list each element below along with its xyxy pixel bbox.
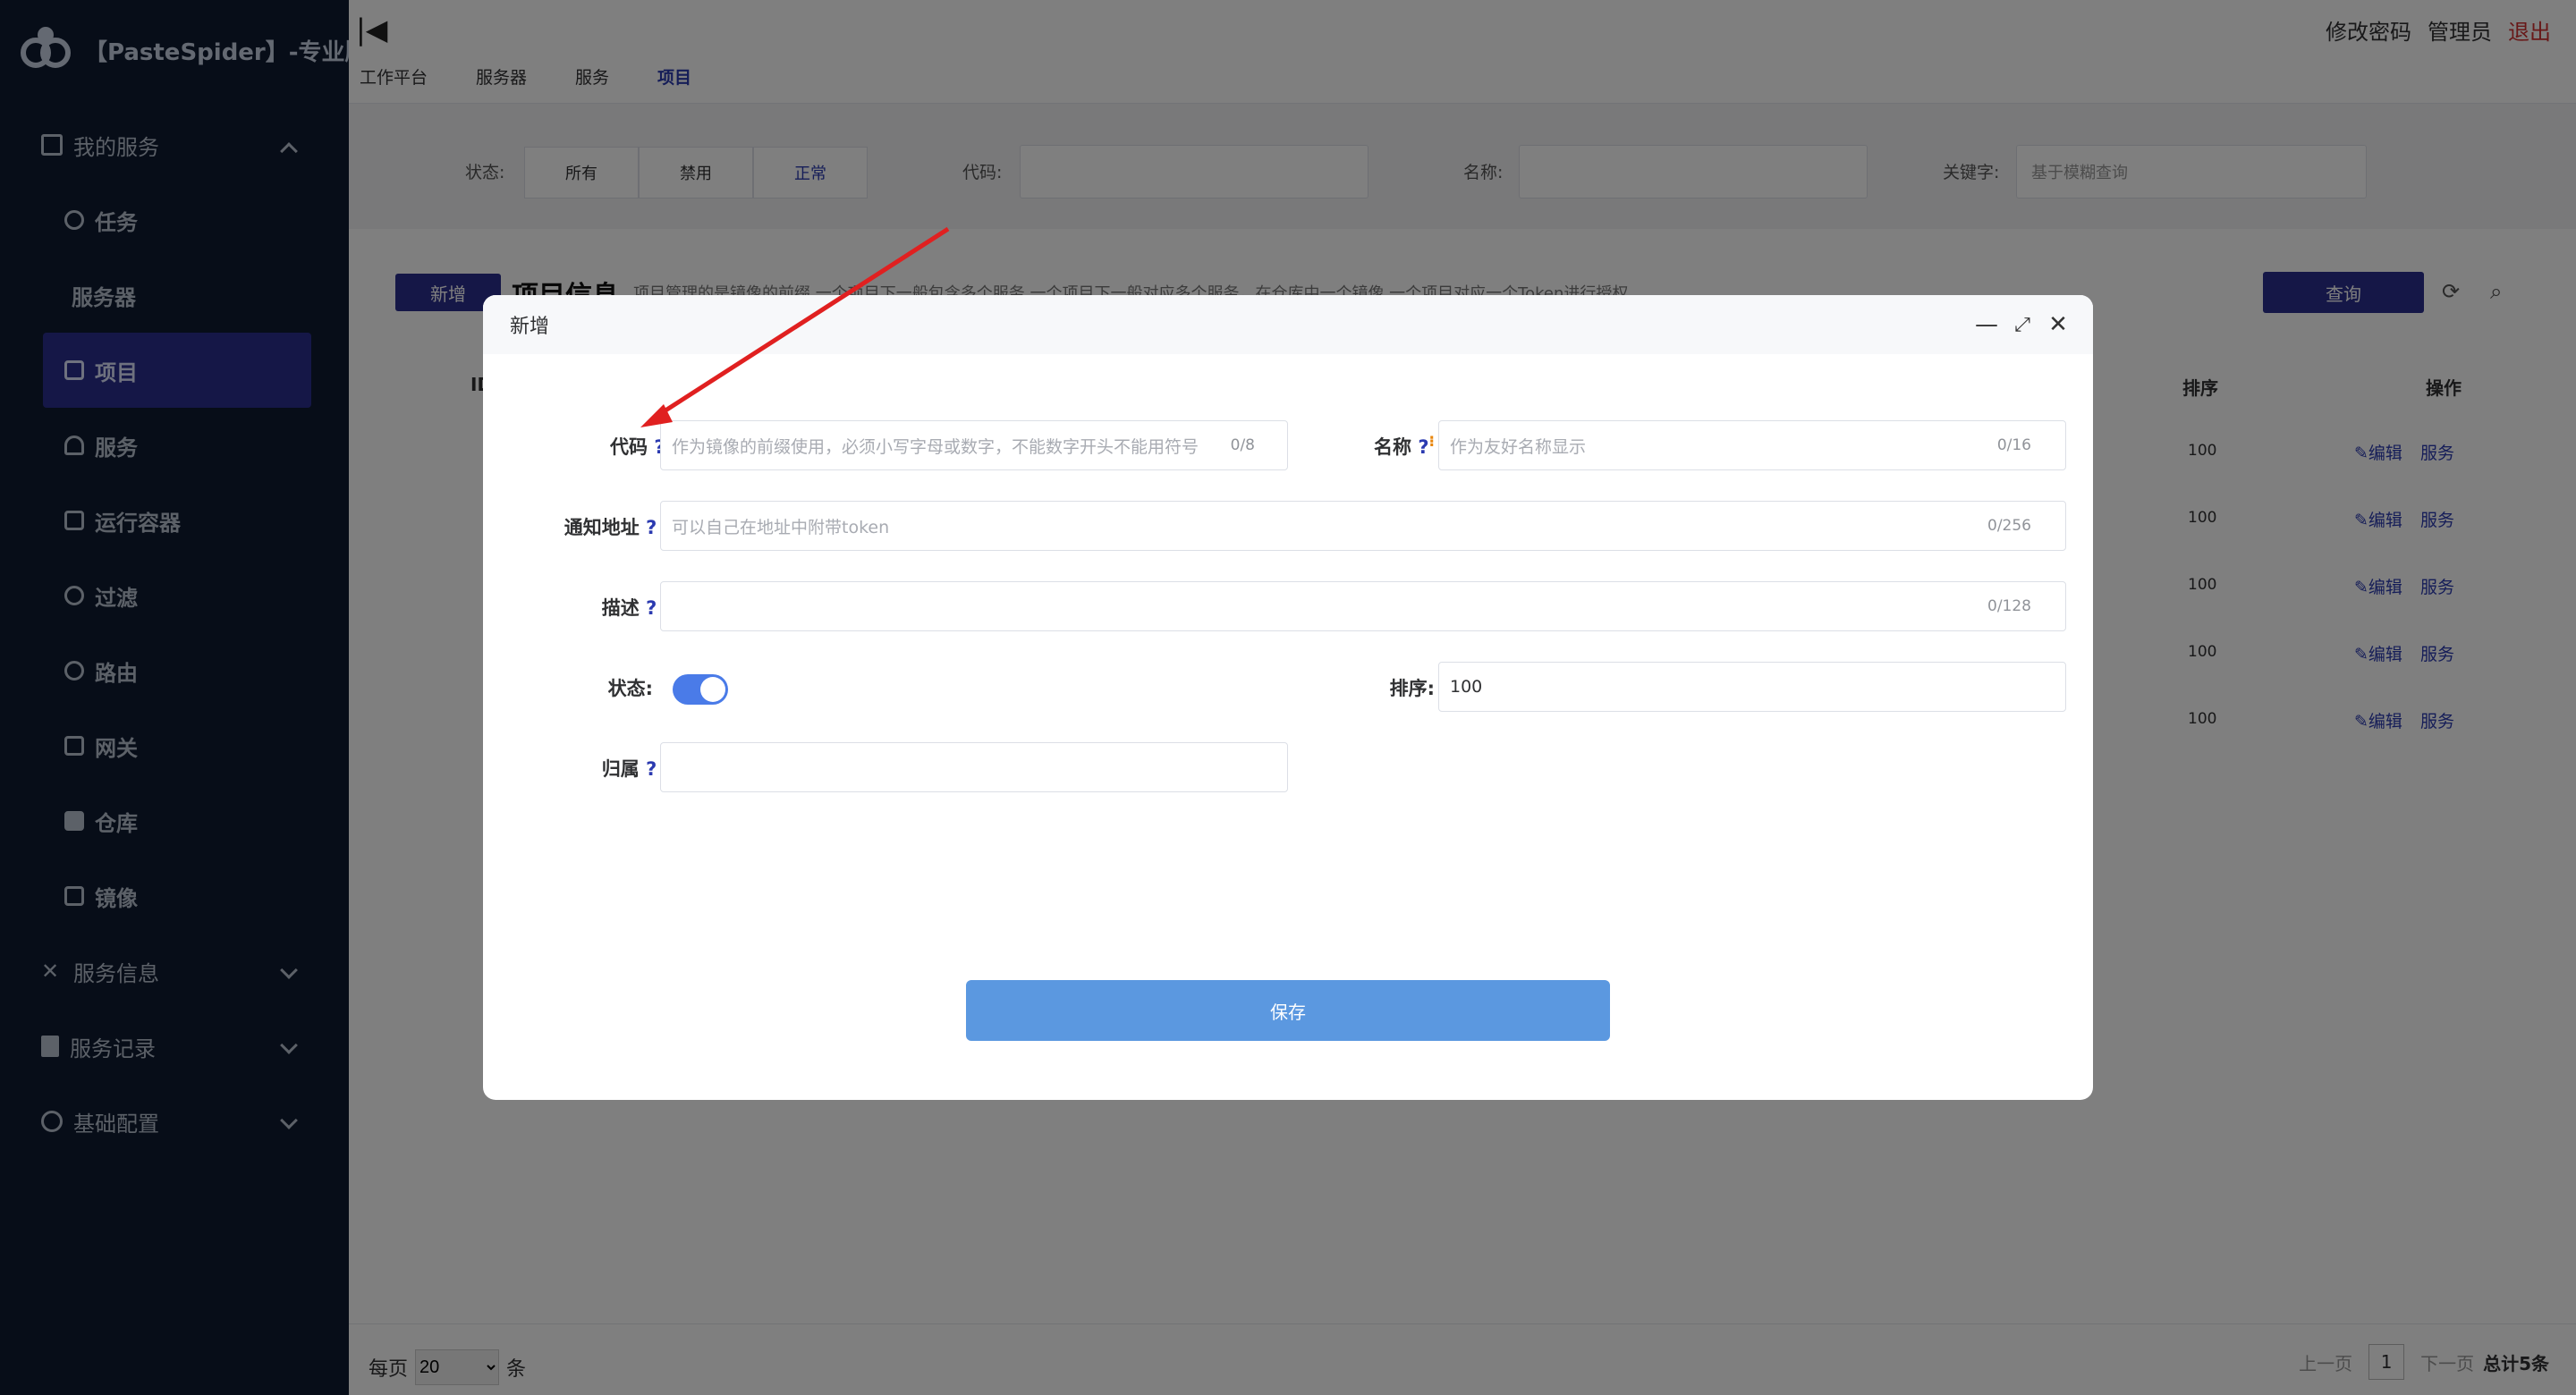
minimize-icon[interactable]: — [1973,311,2000,338]
description-input[interactable]: 0/128 [660,581,2066,631]
owner-label-text: 归属 [601,758,640,780]
sort-input[interactable]: 100 [1438,662,2066,712]
help-icon[interactable]: ? [1418,436,1428,458]
toggle-knob [700,677,725,702]
name-placeholder: 作为友好名称显示 [1450,436,1587,457]
name-label-text: 名称 [1374,436,1412,458]
sort-value: 100 [1450,677,1483,697]
dialog-header: 新增 — ⤢ ✕ [483,295,2093,354]
name-label: 名称 ?⁝ [1301,433,1435,460]
notify-placeholder: 可以自己在地址中附带token [672,517,890,537]
notify-label-text: 通知地址 [564,517,640,538]
name-input[interactable]: 作为友好名称显示 0/16 [1438,420,2066,470]
new-project-dialog: 新增 — ⤢ ✕ 代码 ?⁝ 作为镜像的前缀使用，必须小写字母或数字，不能数字开… [483,295,2093,1100]
desc-counter: 0/128 [1987,597,2031,615]
owner-select[interactable] [660,742,1288,792]
notify-url-input[interactable]: 可以自己在地址中附带token 0/256 [660,501,2066,551]
code-input[interactable]: 作为镜像的前缀使用，必须小写字母或数字，不能数字开头不能用符号 0/8 [660,420,1288,470]
description-label: 描述 ? : [510,594,671,621]
code-label-text: 代码 [610,436,648,458]
status-toggle[interactable] [673,674,728,705]
status-label: 状态: [607,678,653,699]
required-icon: ⁝ [1428,433,1435,451]
sort-label: 排序: [1389,678,1435,699]
name-counter: 0/16 [1996,436,2031,454]
code-counter: 0/8 [1230,436,1255,454]
code-placeholder: 作为镜像的前缀使用，必须小写字母或数字，不能数字开头不能用符号 [672,436,1199,457]
maximize-icon[interactable]: ⤢ [2009,311,2036,338]
notify-url-label: 通知地址 ? : [510,513,671,540]
save-button[interactable]: 保存 [966,980,1610,1041]
notify-counter: 0/256 [1987,517,2031,535]
code-label: 代码 ?⁝ [537,433,671,460]
close-icon[interactable]: ✕ [2045,311,2072,338]
owner-label: 归属 ? : [510,755,671,782]
dialog-title: 新增 [510,316,550,338]
desc-label-text: 描述 [601,597,640,619]
